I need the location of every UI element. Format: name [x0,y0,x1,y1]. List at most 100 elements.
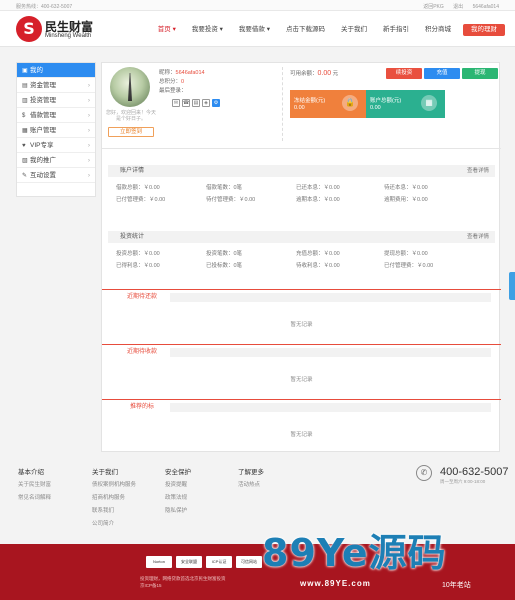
nav-my-finance-button[interactable]: 我的理财 [463,24,505,36]
empty-text: 暂无记录 [290,377,313,383]
empty-text: 暂无记录 [290,322,313,328]
heart-icon: ♥ [22,143,26,149]
watermark-tag: 10年老站 [442,582,471,589]
logo-en: Minsheng Wealth [45,33,92,39]
sidebar: ▣ 我的 ▤ 资金管理 › ▥ 投资管理 › $ 借款管理 › ▦ 账户管理 › ♥ VIP专享 › … [16,62,96,197]
floating-side-tab[interactable] [509,272,515,300]
footer-link[interactable]: 政策法规 [165,492,191,505]
nav-guide[interactable]: 新手指引 [375,24,417,36]
recharge-button[interactable]: 充值 [424,68,460,79]
top-link-back[interactable]: 返回PKG [423,4,444,10]
footer-col-about: 关于我们 债权案例机构服务 招商机构服务 联系我们 公司简介 [92,466,136,531]
nav-mall[interactable]: 积分商城 [417,24,459,36]
chevron-right-icon: › [87,97,90,104]
watermark-logo: 89Ye源码 [262,531,447,575]
upcoming-receive-header: 近期待收款 [102,344,501,360]
grid-icon: ▦ [421,95,437,111]
main-panel: 您好，欢迎回来！今天是个好日子。 立即签到 昵称：5646afa014 总积分：… [101,62,501,452]
norton-badge[interactable]: Norton [146,556,172,568]
email-icon[interactable]: ✉ [172,99,180,107]
footer-link[interactable]: 债权案例机构服务 [92,479,136,492]
phone-icon[interactable]: ☎ [182,99,190,107]
empty-text: 暂无记录 [290,432,313,438]
sidebar-item-funds[interactable]: ▤ 资金管理 › [17,78,95,93]
icp-badge[interactable]: ICP认证 [206,556,232,568]
sidebar-item-invest[interactable]: ▥ 投资管理 › [17,93,95,108]
top-link-logout[interactable]: 退出 [453,4,463,10]
watermark-url: www.89YE.com [300,579,371,588]
nav-borrow[interactable]: 我要借款 ▾ [231,24,278,36]
vip-icon[interactable]: ◈ [202,99,210,107]
footer-link[interactable]: 常见名词解释 [18,492,51,505]
reinvest-button[interactable]: 续投资 [386,68,422,79]
greeting-text: 您好，欢迎回来！今天是个好日子。 [106,110,157,122]
user-info: 昵称：5646afa014 总积分：0 最后登录： [159,70,205,94]
verification-badges: ✉ ☎ ▤ ◈ ⚙ [172,99,220,107]
wallet-icon: ▤ [22,83,28,89]
nav-about[interactable]: 关于我们 [333,24,375,36]
sidebar-item-loan[interactable]: $ 借款管理 › [17,108,95,123]
avatar[interactable] [110,67,150,107]
eiffel-tower-image [128,73,132,101]
settings-icon[interactable]: ⚙ [212,99,220,107]
sidebar-item-settings[interactable]: ✎ 互动设置 › [17,168,95,183]
user-card-icon: ▦ [22,128,28,134]
chevron-right-icon: › [87,157,90,164]
logo-mark-icon: S [16,16,42,42]
footer-link[interactable]: 招商机构服务 [92,492,136,505]
sidebar-item-account[interactable]: ▦ 账户管理 › [17,123,95,138]
security-alliance-badge[interactable]: 安全联盟 [176,556,202,568]
chevron-right-icon: › [87,82,90,89]
total-amount-card[interactable]: 账户总额(元) 0.00 ▦ [366,90,445,118]
view-detail-link[interactable]: 查看详情 [467,165,489,177]
service-phone: 服务热线：400-632-5007 [16,4,73,10]
logo[interactable]: S 民生财富 Minsheng Wealth [16,16,106,42]
frozen-amount-card[interactable]: 冻结金额(元) 0.00 🔒 [290,90,366,118]
account-detail-section: 账户详情 查看详情 借款总额：￥0.00 借款笔数：0笔 已还本息：￥0.00 待… [108,165,495,207]
phone-icon: ✆ [416,465,432,481]
trusted-site-badge[interactable]: 可信网站 [236,556,262,568]
sidebar-item-vip[interactable]: ♥ VIP专享 › [17,138,95,153]
nickname: 5646afa014 [175,70,205,76]
money-bag-icon: $ [22,113,26,119]
home-icon: ▣ [22,68,28,74]
chart-icon: ▥ [22,98,28,104]
section-title: 账户详情 [120,168,145,174]
top-bar: 服务热线：400-632-5007 返回PKG 退出 5646afa014 [0,0,515,11]
recommended-header: 推荐的标 [102,399,501,415]
cert-badges: Norton 安全联盟 ICP认证 可信网站 [146,556,262,568]
footer-link[interactable]: 联系我们 [92,505,136,518]
sidebar-item-promote[interactable]: ▧ 我的推广 › [17,153,95,168]
view-detail-link[interactable]: 查看详情 [467,231,489,243]
footer-link[interactable]: 关于民生财富 [18,479,51,492]
footer-link[interactable]: 公司简介 [92,518,136,531]
nav-invest[interactable]: 我要投资 ▾ [184,24,231,36]
sign-in-button[interactable]: 立即签到 [108,127,154,137]
section-title: 投资统计 [120,234,145,240]
sidebar-item-mine[interactable]: ▣ 我的 [17,63,95,78]
balance-value: 0.00 [317,70,332,77]
nav-home[interactable]: 首页 ▾ [150,24,184,36]
tab-recommended[interactable]: 推荐的标 [114,400,170,415]
footer-col-intro: 基本介绍 关于民生财富 常见名词解释 [18,466,51,505]
chevron-right-icon: › [87,127,90,134]
phone-number: 400-632-5007 [440,466,509,478]
footer-link[interactable]: 活动热点 [238,479,264,492]
tab-upcoming-repay[interactable]: 近期待还款 [114,290,170,305]
main-nav: 首页 ▾ 我要投资 ▾ 我要借款 ▾ 点击下载源码 关于我们 新手指引 积分商城… [150,24,505,36]
footer-col-security: 安全保护 投资提醒 政策法规 隐私保护 [165,466,191,518]
withdraw-button[interactable]: 提现 [462,68,498,79]
phone-hours: 周一至周六 9:00-18:00 [440,479,486,484]
nav-download[interactable]: 点击下载源码 [278,24,333,36]
available-balance: 可用余额：0.00 元 [290,70,339,77]
footer-col-more: 了解更多 活动热点 [238,466,264,492]
chevron-right-icon: › [87,142,90,149]
id-card-icon[interactable]: ▤ [192,99,200,107]
footer-link[interactable]: 隐私保护 [165,505,191,518]
top-link-username[interactable]: 5646afa014 [473,4,499,10]
pencil-icon: ✎ [22,173,28,179]
divider [282,67,283,141]
footer-link[interactable]: 投资提醒 [165,479,191,492]
tab-upcoming-receive[interactable]: 近期待收款 [114,345,170,360]
lock-icon: 🔒 [342,95,358,111]
